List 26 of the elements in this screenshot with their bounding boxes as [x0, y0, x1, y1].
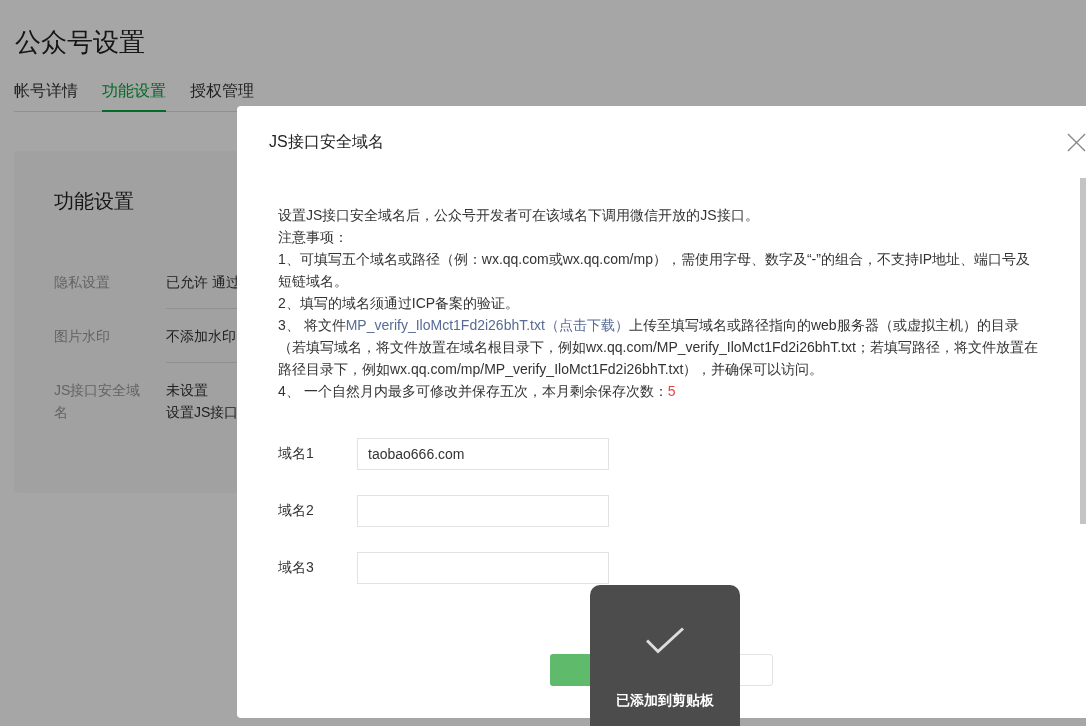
toast-message: 已添加到剪贴板 [616, 692, 714, 710]
setting-value: 设置JS接口 [166, 403, 239, 422]
note-text: 注意事项： [278, 228, 349, 247]
dialog-title: JS接口安全域名 [269, 131, 384, 152]
download-link[interactable]: MP_verify_IloMct1Fd2i26bhT.txt（点击下载） [345, 317, 629, 333]
note-text: 1、可填写五个域名或路径（例：wx.qq.com或wx.qq.com/mp），需使用字母、数字及“-”的组合，不支持IP地址、端口号及短链域名。 [278, 250, 1032, 291]
tab[interactable]: 授权管理 [190, 76, 254, 112]
domain-label: 域名3 [278, 559, 315, 577]
domain-label: 域名1 [278, 445, 315, 463]
setting-value: 未设置 [166, 381, 209, 400]
note-text: 4、 一个自然月内最多可修改并保存五次，本月剩余保存次数：5 [278, 382, 677, 401]
domain-field[interactable]: taobao666.com [357, 438, 609, 470]
setting-value: 不添加水印 [166, 327, 236, 346]
tab[interactable]: 帐号详情 [14, 76, 78, 112]
domain-field[interactable] [357, 552, 609, 584]
domain-field[interactable] [357, 495, 609, 527]
note-text: 3、 将文件MP_verify_IloMct1Fd2i26bhT.txt（点击下载）上传至填写域名或路径指向的web服务器（或虚拟主机）的目录（若填写域名，将文件放置在域名根目录下，例如wx.qq.com/MP_verify_IloMct1Fd2i26bhT.txt；若填写路径，将文件放置在路径目录下，例如wx.qq.com/mp/MP_verify_IloMct1Fd2i26bhT.txt），并确保可以访问。 [278, 316, 1039, 379]
scrollbar[interactable] [1080, 178, 1086, 524]
close-icon[interactable] [1067, 132, 1086, 152]
note-text: 设置JS接口安全域名后，公众号开发者可在该域名下调用微信开放的JS接口。 [278, 206, 760, 225]
note-text: 2、填写的域名须通过ICP备案的验证。 [278, 294, 521, 313]
setting-label: 图片水印 [54, 327, 111, 346]
check-icon [646, 627, 684, 654]
page-title: 公众号设置 [15, 26, 146, 59]
setting-label: 隐私设置 [54, 273, 111, 292]
domain-label: 域名2 [278, 502, 315, 520]
